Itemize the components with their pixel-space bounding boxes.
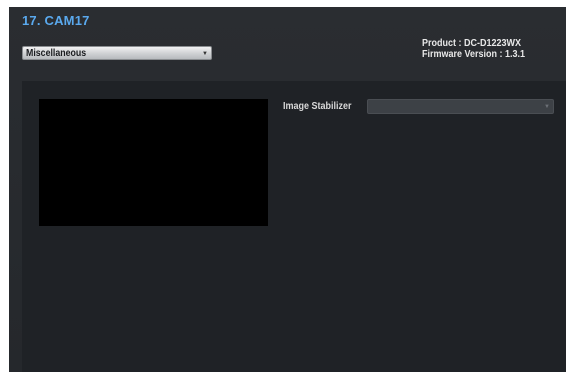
video-preview: [39, 99, 268, 226]
image-stabilizer-label: Image Stabilizer: [283, 101, 352, 112]
image-stabilizer-select[interactable]: ▼: [367, 99, 554, 114]
firmware-version-text: Firmware Version : 1.3.1: [422, 49, 526, 60]
settings-panel: Image Stabilizer ▼: [22, 81, 566, 372]
product-model-text: Product : DC-D1223WX: [422, 38, 522, 49]
camera-title: 17. CAM17: [22, 13, 90, 28]
page-frame: 17. CAM17 Miscellaneous ▼ Product : DC-D…: [0, 0, 574, 372]
product-info: Product : DC-D1223WX Firmware Version : …: [422, 38, 525, 60]
camera-settings-window: 17. CAM17 Miscellaneous ▼ Product : DC-D…: [9, 7, 566, 372]
category-select-value: Miscellaneous: [26, 48, 87, 59]
category-select[interactable]: Miscellaneous ▼: [22, 46, 212, 60]
chevron-down-icon: ▼: [544, 104, 550, 110]
chevron-down-icon: ▼: [202, 51, 208, 57]
